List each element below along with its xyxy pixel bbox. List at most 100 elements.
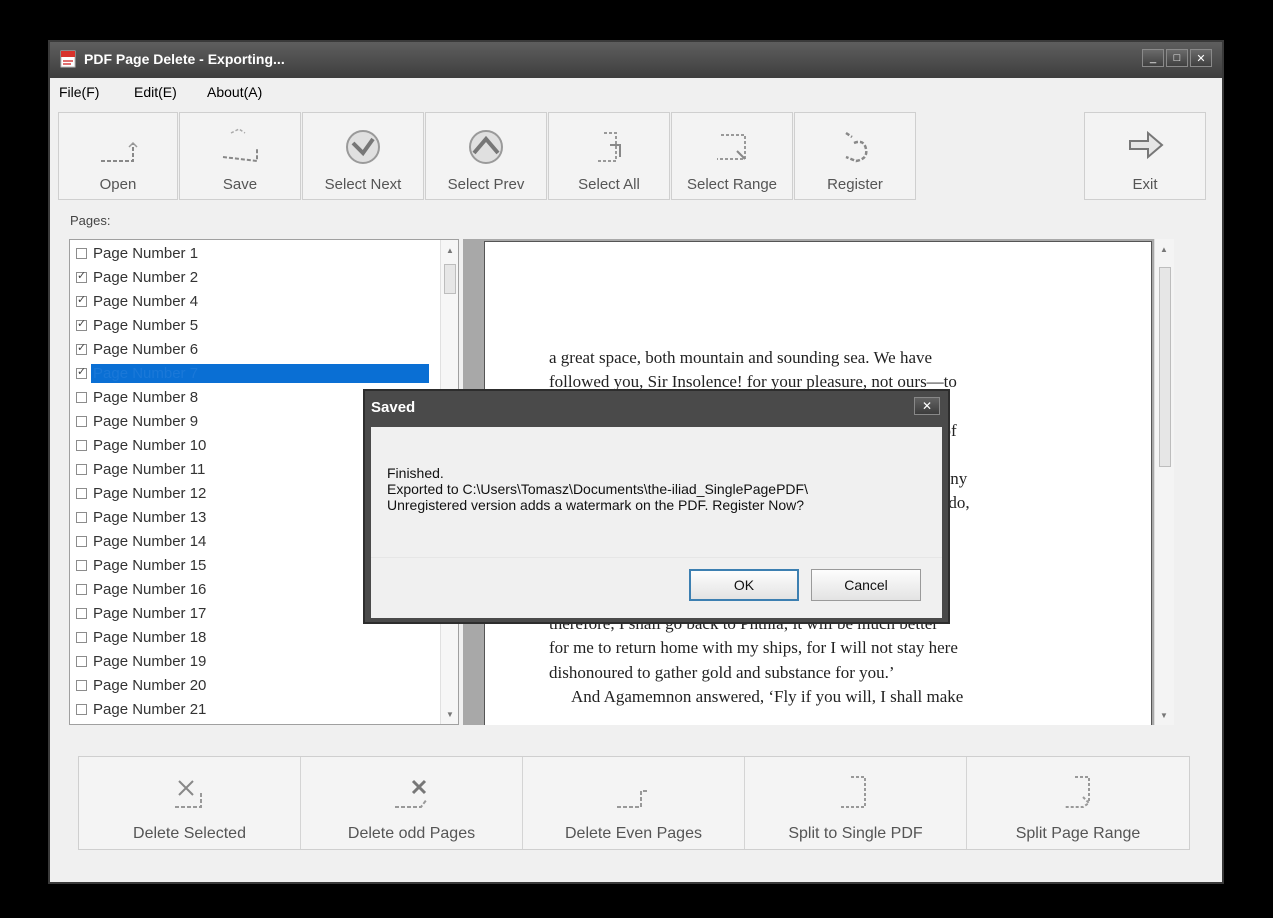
page-label: Page Number 17: [93, 604, 207, 622]
preview-scroll-thumb[interactable]: [1159, 267, 1171, 467]
page-checkbox[interactable]: [76, 293, 87, 307]
select-range-button[interactable]: Select Range: [671, 112, 793, 200]
register-label: Register: [827, 176, 883, 193]
close-window-button[interactable]: ✕: [1190, 49, 1212, 67]
split-single-button[interactable]: Split to Single PDF: [745, 757, 967, 849]
page-list-item[interactable]: Page Number 1: [76, 242, 200, 264]
saved-dialog: Saved ✕ Finished. Exported to C:\Users\T…: [363, 389, 950, 624]
page-checkbox[interactable]: [76, 679, 87, 691]
cancel-button[interactable]: Cancel: [811, 569, 921, 601]
dialog-title: Saved: [371, 399, 416, 416]
page-list-item[interactable]: Page Number 6: [76, 338, 200, 360]
page-checkbox[interactable]: [76, 631, 87, 643]
split-range-label: Split Page Range: [1015, 825, 1141, 842]
ok-button[interactable]: OK: [689, 569, 799, 601]
select-prev-icon: [469, 130, 503, 164]
page-list-item[interactable]: Page Number 7: [76, 362, 429, 384]
split-range-icon: [1065, 776, 1091, 808]
page-checkbox[interactable]: [76, 511, 87, 523]
page-checkbox[interactable]: [76, 439, 87, 451]
scroll-thumb[interactable]: [444, 264, 456, 294]
page-label: Page Number 1: [93, 244, 199, 262]
minimize-button[interactable]: _: [1142, 49, 1164, 67]
page-checkbox[interactable]: [76, 583, 87, 595]
dialog-close-button[interactable]: ✕: [914, 397, 940, 415]
page-label: Page Number 2: [93, 268, 199, 286]
dialog-line-register: Unregistered version adds a watermark on…: [387, 497, 805, 513]
exit-label: Exit: [1132, 176, 1158, 193]
menu-file[interactable]: File(F): [59, 84, 99, 100]
page-checkbox[interactable]: [76, 463, 87, 475]
dialog-line-path: Exported to C:\Users\Tomasz\Documents\th…: [387, 481, 808, 497]
menu-about[interactable]: About(A): [207, 84, 262, 100]
page-list-item[interactable]: Page Number 20: [76, 674, 208, 696]
exit-icon: [1129, 130, 1164, 160]
page-list-item[interactable]: Page Number 17: [76, 602, 208, 624]
page-label: Page Number 5: [93, 316, 199, 334]
delete-even-button[interactable]: Delete Even Pages: [523, 757, 745, 849]
page-checkbox[interactable]: [76, 703, 87, 715]
register-button[interactable]: Register: [794, 112, 916, 200]
page-list-item[interactable]: Page Number 10: [76, 434, 208, 456]
page-list-item[interactable]: Page Number 15: [76, 554, 208, 576]
preview-scrollbar[interactable]: ▲ ▼: [1154, 239, 1174, 725]
select-prev-button[interactable]: Select Prev: [425, 112, 547, 200]
save-label: Save: [222, 176, 258, 193]
select-all-button[interactable]: Select All: [548, 112, 670, 200]
title-bar[interactable]: PDF Page Delete - Exporting... _ □ ✕: [50, 42, 1222, 78]
page-list-item[interactable]: Page Number 4: [76, 290, 200, 312]
preview-scroll-down-icon[interactable]: ▼: [1155, 707, 1173, 723]
page-checkbox[interactable]: [76, 391, 87, 403]
page-checkbox[interactable]: [76, 559, 87, 571]
exit-button[interactable]: Exit: [1084, 112, 1206, 200]
page-list-item[interactable]: Page Number 2: [76, 266, 200, 288]
scroll-down-icon[interactable]: ▼: [441, 706, 458, 722]
action-bar: Delete Selected Delete odd Pages Delete …: [78, 756, 1190, 850]
page-list-item[interactable]: Page Number 12: [76, 482, 208, 504]
split-single-label: Split to Single PDF: [788, 825, 923, 842]
select-all-label: Select All: [578, 176, 640, 193]
page-checkbox[interactable]: [76, 317, 87, 331]
page-checkbox[interactable]: [76, 607, 87, 619]
page-list-item[interactable]: Page Number 19: [76, 650, 208, 672]
page-list-item[interactable]: Page Number 14: [76, 530, 208, 552]
menu-edit[interactable]: Edit(E): [134, 84, 177, 100]
preview-scroll-up-icon[interactable]: ▲: [1155, 241, 1173, 257]
page-checkbox[interactable]: [76, 269, 87, 283]
delete-selected-label: Delete Selected: [133, 825, 246, 842]
page-list-item[interactable]: Page Number 5: [76, 314, 200, 336]
page-list-item[interactable]: Page Number 21: [76, 698, 208, 720]
select-next-button[interactable]: Select Next: [302, 112, 424, 200]
page-checkbox[interactable]: [76, 247, 87, 259]
split-range-button[interactable]: Split Page Range: [967, 757, 1189, 849]
close-icon: ✕: [921, 399, 933, 413]
scroll-up-icon[interactable]: ▲: [441, 242, 458, 258]
page-list-item[interactable]: Page Number 16: [76, 578, 208, 600]
page-list-item[interactable]: Page Number 11: [76, 458, 207, 480]
page-checkbox[interactable]: [76, 415, 87, 427]
open-button[interactable]: Open: [58, 112, 178, 200]
page-list-item[interactable]: Page Number 18: [76, 626, 208, 648]
page-label: Page Number 11: [93, 460, 206, 478]
delete-odd-label: Delete odd Pages: [347, 825, 476, 842]
page-label: Page Number 7: [91, 363, 429, 383]
split-single-icon: [840, 776, 866, 808]
page-checkbox[interactable]: [76, 487, 87, 499]
page-label: Page Number 6: [93, 340, 199, 358]
maximize-icon: □: [1173, 52, 1181, 64]
delete-selected-button[interactable]: Delete Selected: [79, 757, 301, 849]
maximize-button[interactable]: □: [1166, 49, 1188, 67]
page-label: Page Number 10: [93, 436, 207, 454]
save-button[interactable]: Save: [179, 112, 301, 200]
page-checkbox[interactable]: [76, 365, 87, 379]
page-label: Page Number 14: [93, 532, 207, 550]
page-list-item[interactable]: Page Number 9: [76, 410, 200, 432]
page-checkbox[interactable]: [76, 341, 87, 355]
page-checkbox[interactable]: [76, 535, 87, 547]
page-checkbox[interactable]: [76, 655, 87, 667]
delete-odd-button[interactable]: Delete odd Pages: [301, 757, 523, 849]
page-list-item[interactable]: Page Number 8: [76, 386, 200, 408]
page-list-item[interactable]: Page Number 13: [76, 506, 208, 528]
window-title: PDF Page Delete - Exporting...: [84, 51, 285, 67]
page-label: Page Number 16: [93, 580, 207, 598]
